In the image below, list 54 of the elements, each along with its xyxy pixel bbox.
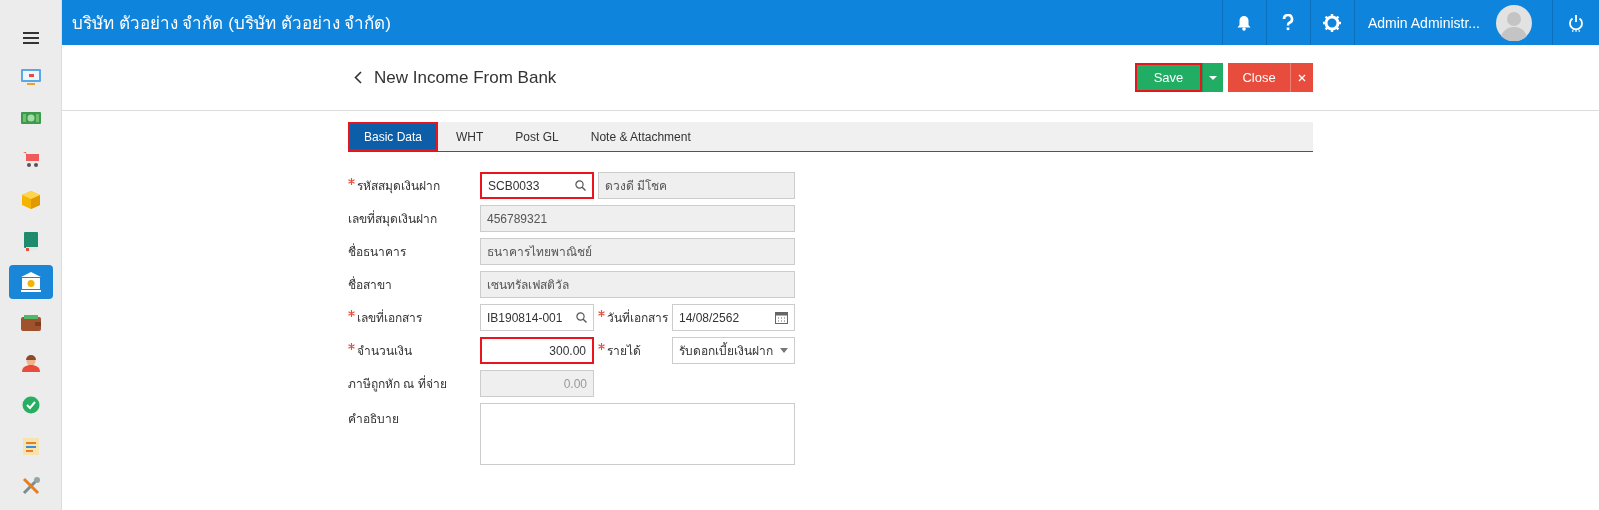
tab[interactable]: WHT xyxy=(442,122,498,151)
description-field[interactable] xyxy=(480,403,795,465)
field-label: ชื่อธนาคาร xyxy=(348,242,406,261)
caret-icon xyxy=(1209,75,1217,80)
input-field[interactable]: 456789321 xyxy=(480,205,795,232)
field-label: วันที่เอกสาร xyxy=(607,308,668,327)
close-icon xyxy=(1298,73,1306,82)
caret-icon xyxy=(780,348,788,353)
field-label: คำอธิบาย xyxy=(348,411,399,428)
power-icon xyxy=(1568,13,1584,32)
tab[interactable]: Note & Attachment xyxy=(576,122,705,151)
book-icon xyxy=(22,231,39,252)
menu-icon[interactable] xyxy=(22,32,39,44)
people-icon xyxy=(19,354,42,373)
input-field[interactable]: ธนาคารไทยพาณิชย์ xyxy=(480,238,795,265)
user-name[interactable]: Admin Administr... xyxy=(1367,14,1480,31)
tools-icon xyxy=(20,476,41,497)
wallet-icon xyxy=(19,313,42,332)
field-label: จำนวนเงิน xyxy=(357,343,412,360)
avatar-icon[interactable] xyxy=(1496,4,1532,41)
search-icon xyxy=(576,312,587,323)
field-label: เลขที่เอกสาร xyxy=(357,308,422,327)
field-label: รายได้ xyxy=(607,343,641,360)
document-icon xyxy=(21,435,40,456)
tab[interactable]: Post GL xyxy=(501,122,573,151)
income-dropdown[interactable]: รับดอกเบี้ยเงินฝาก xyxy=(672,337,795,364)
box-icon xyxy=(20,190,41,211)
close-button[interactable]: Close xyxy=(1228,63,1290,92)
banknote-icon xyxy=(19,110,42,127)
sidebar-item[interactable] xyxy=(8,264,53,300)
field-label: รหัสสมุดเงินฝาก xyxy=(357,178,440,195)
save-options-button[interactable] xyxy=(1202,63,1223,92)
input-field[interactable]: ดวงดี มีโชค xyxy=(598,172,795,199)
field-label: ภาษีถูกหัก ณ ที่จ่าย xyxy=(348,374,447,393)
close-x-button[interactable] xyxy=(1290,63,1313,92)
monitor-icon xyxy=(19,68,42,87)
date-field[interactable]: 14/08/2562 xyxy=(672,304,795,331)
company-name: บริษัท ตัวอย่าง จำกัด (บริษัท ตัวอย่าง จำกัด) xyxy=(71,13,392,35)
settings-icon xyxy=(1323,13,1342,32)
input-field[interactable]: 300.00 xyxy=(480,337,594,364)
check-icon xyxy=(21,395,40,414)
input-field[interactable]: เซนทรัลเฟสติวัล xyxy=(480,271,795,298)
field-label: เลขที่สมุดเงินฝาก xyxy=(348,209,437,228)
input-field[interactable]: SCB0033 xyxy=(480,172,594,199)
page-title: New Income From Bank xyxy=(374,67,558,88)
help-icon xyxy=(1282,14,1295,31)
search-icon xyxy=(575,180,586,191)
bell-icon xyxy=(1237,14,1252,31)
tab[interactable]: Basic Data xyxy=(348,122,439,151)
calendar-icon xyxy=(775,311,788,324)
input-field[interactable]: IB190814-001 xyxy=(480,304,594,331)
back-icon[interactable] xyxy=(354,71,362,84)
field-label: ชื่อสาขา xyxy=(348,275,392,294)
bank-icon xyxy=(19,270,42,293)
